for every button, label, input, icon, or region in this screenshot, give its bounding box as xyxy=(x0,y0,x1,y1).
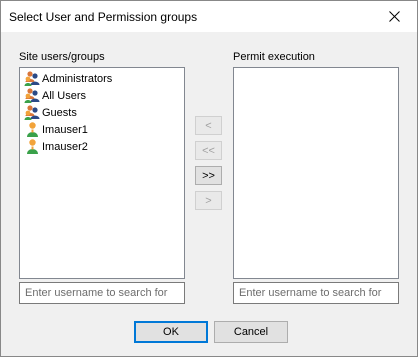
add-one-button[interactable]: < xyxy=(195,116,222,135)
remove-one-button[interactable]: > xyxy=(195,191,222,210)
list-item-label: Guests xyxy=(42,106,77,119)
group-icon xyxy=(24,104,41,121)
list-item[interactable]: All Users xyxy=(20,87,184,104)
list-item-label: All Users xyxy=(42,89,87,102)
permit-execution-search-input[interactable] xyxy=(233,282,399,304)
list-item[interactable]: Guests xyxy=(20,104,184,121)
group-icon xyxy=(24,70,41,87)
close-button[interactable] xyxy=(371,1,417,32)
title-bar: Select User and Permission groups xyxy=(1,1,417,32)
dialog-title: Select User and Permission groups xyxy=(9,10,198,24)
list-item-label: Imauser2 xyxy=(42,140,88,153)
site-users-search-input[interactable] xyxy=(19,282,185,304)
site-users-listbox[interactable]: Administrators All Users Guests Imauser1… xyxy=(19,67,185,279)
add-all-button[interactable]: << xyxy=(195,141,222,160)
select-users-dialog: Select User and Permission groups Site u… xyxy=(0,0,418,357)
remove-all-button[interactable]: >> xyxy=(195,166,222,185)
group-icon xyxy=(24,87,41,104)
cancel-button[interactable]: Cancel xyxy=(214,321,288,343)
site-users-label: Site users/groups xyxy=(19,51,105,63)
permit-execution-label: Permit execution xyxy=(233,51,315,63)
list-item[interactable]: Imauser1 xyxy=(20,121,184,138)
permit-execution-listbox[interactable] xyxy=(233,67,399,279)
user-icon xyxy=(24,138,41,155)
list-item-label: Imauser1 xyxy=(42,123,88,136)
list-item-label: Administrators xyxy=(42,72,113,85)
ok-button[interactable]: OK xyxy=(134,321,208,343)
list-item[interactable]: Imauser2 xyxy=(20,138,184,155)
close-icon xyxy=(388,11,400,22)
list-item[interactable]: Administrators xyxy=(20,70,184,87)
user-icon xyxy=(24,121,41,138)
